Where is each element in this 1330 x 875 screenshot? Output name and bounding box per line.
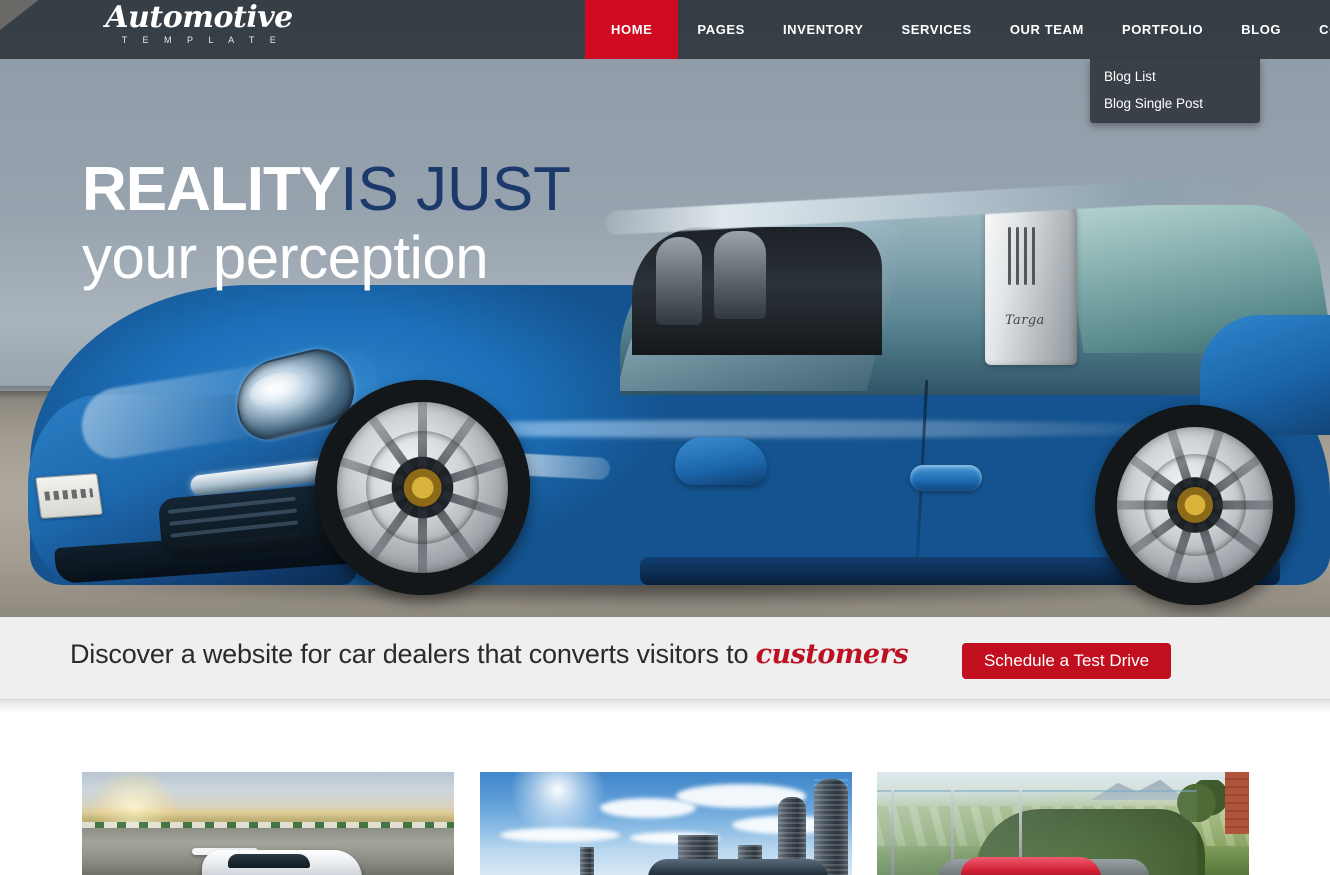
car-front-wheel <box>315 380 530 595</box>
site-logo[interactable]: Automotive T E M P L A T E <box>84 2 314 46</box>
card-racetrack-image <box>82 772 454 875</box>
nav-item-inventory[interactable]: INVENTORY <box>764 0 883 59</box>
card-racetrack[interactable] <box>82 772 454 875</box>
hero-headline-light: IS JUST <box>340 155 572 224</box>
nav-item-home[interactable]: HOME <box>585 0 679 59</box>
card-city-image <box>480 772 852 875</box>
nav-item-pages[interactable]: PAGES <box>678 0 764 59</box>
nav-item-blog[interactable]: BLOG <box>1222 0 1300 59</box>
front-wheel-hub-crest <box>403 468 442 507</box>
car-door-handle <box>910 465 982 491</box>
card-valley-image <box>877 772 1249 875</box>
cta-accent-word: customers <box>755 639 909 670</box>
nav-item-portfolio[interactable]: PORTFOLIO <box>1103 0 1222 59</box>
schedule-test-drive-button[interactable]: Schedule a Test Drive <box>962 643 1171 679</box>
hero-headline: REALITYIS JUST your perception <box>82 155 571 291</box>
card-city[interactable] <box>480 772 852 875</box>
dropdown-item-blog-single-post[interactable]: Blog Single Post <box>1090 90 1260 117</box>
card-valley[interactable] <box>877 772 1249 875</box>
nav-item-contact[interactable]: CONTACT <box>1300 0 1330 59</box>
cta-tagline-text: Discover a website for car dealers that … <box>70 639 749 669</box>
targa-badge: Targa <box>1005 313 1045 328</box>
city-tower <box>814 779 848 875</box>
hero-headline-line-1: REALITYIS JUST <box>82 155 571 225</box>
valley-red-car <box>961 857 1101 875</box>
valley-brick-wall <box>1225 772 1249 834</box>
cta-tagline: Discover a website for car dealers that … <box>70 639 909 670</box>
city-tower <box>580 847 594 875</box>
logo-subtitle: T E M P L A T E <box>121 35 283 45</box>
main-navigation: HOME PAGES INVENTORY SERVICES OUR TEAM P… <box>585 0 1330 59</box>
dropdown-item-blog-list[interactable]: Blog List <box>1090 63 1260 90</box>
nav-item-our-team[interactable]: OUR TEAM <box>991 0 1103 59</box>
cards-section <box>0 700 1330 875</box>
car-seat-right <box>714 231 766 319</box>
rear-wheel-hub-crest <box>1177 487 1213 523</box>
car-license-plate <box>35 473 103 519</box>
car-seat-left <box>656 237 702 325</box>
hero-headline-line-2: your perception <box>82 224 489 291</box>
car-side-mirror <box>675 437 767 485</box>
city-car-roof <box>648 859 828 875</box>
targa-vents <box>1008 227 1042 287</box>
railing-post <box>891 790 894 875</box>
blog-dropdown-menu: Blog List Blog Single Post <box>1090 59 1260 123</box>
site-header: Automotive T E M P L A T E HOME PAGES IN… <box>0 0 1330 59</box>
car-rear-wheel <box>1095 405 1295 605</box>
racecar-body <box>202 850 362 875</box>
hero-headline-strong: REALITY <box>82 155 341 224</box>
nav-item-services[interactable]: SERVICES <box>883 0 991 59</box>
city-cloud <box>500 828 620 842</box>
racetrack-horizon <box>82 810 454 822</box>
page-root: Targa REALITYIS JUST your perception Aut… <box>0 0 1330 875</box>
logo-wordmark: Automotive <box>105 0 293 35</box>
